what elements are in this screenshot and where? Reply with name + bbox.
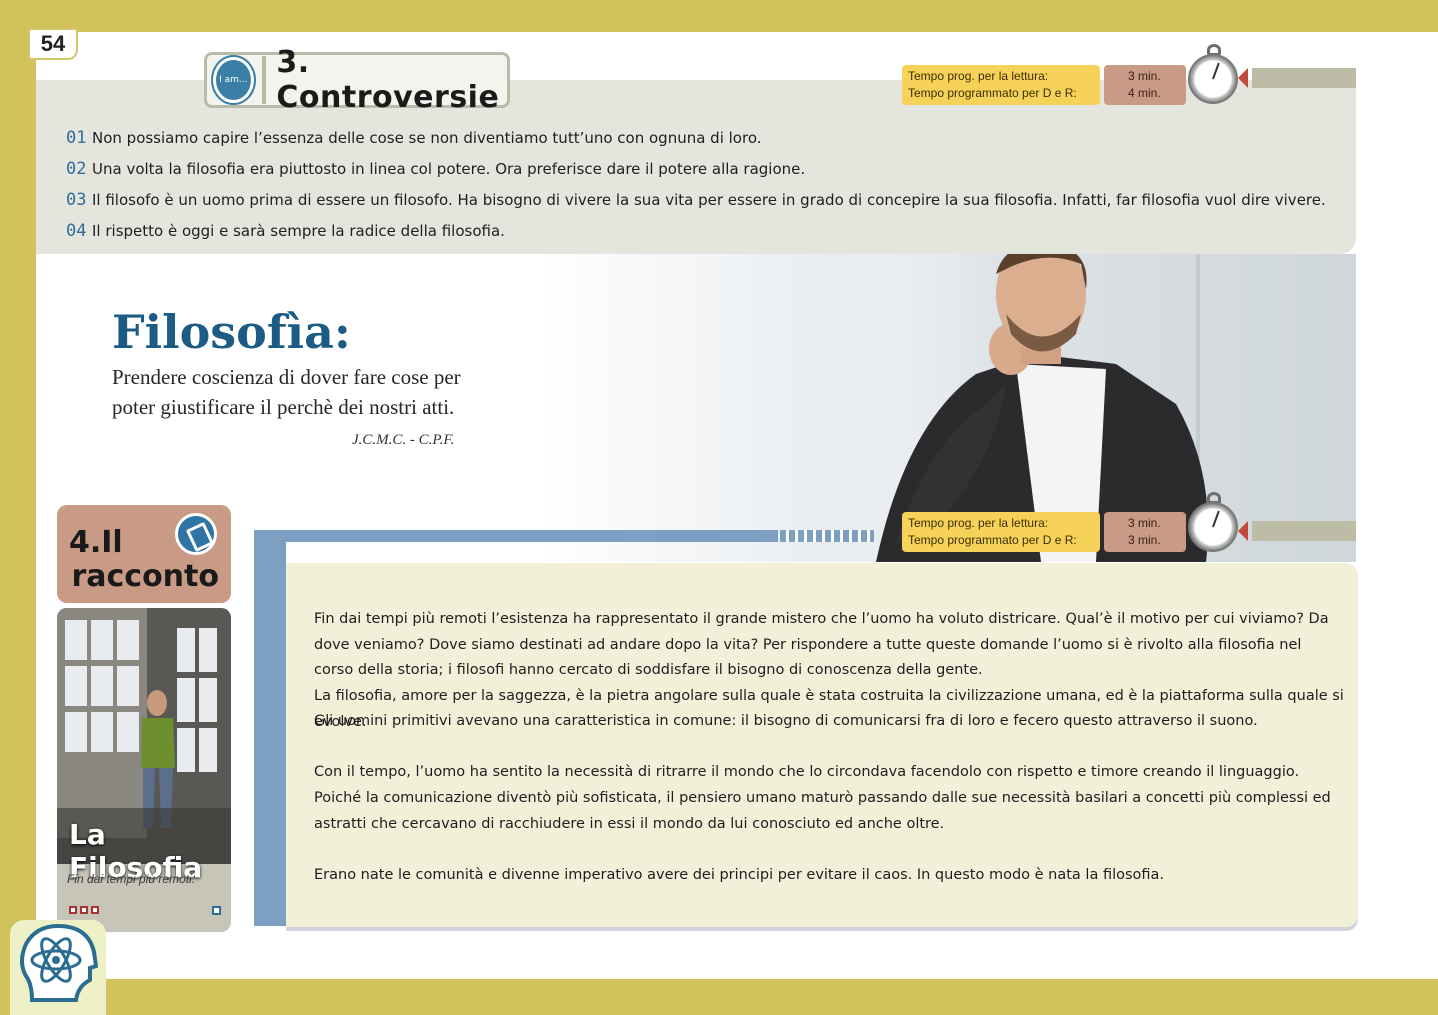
list-item: 02 Una volta la filosofia era piuttosto i… — [66, 158, 806, 179]
paragraph: Erano nate le comunità e divenne imperat… — [314, 867, 1165, 883]
page-dot[interactable] — [69, 906, 77, 914]
quote-author: J.C.M.C. - C.P.F. — [352, 432, 455, 448]
frame-top-bar — [254, 530, 778, 542]
card-pagination[interactable] — [69, 906, 99, 914]
paragraph: Con il tempo, l’uomo ha sentito la neces… — [314, 764, 1300, 780]
racconto-tab: 4.Il racconto — [57, 505, 231, 603]
controversie-list: 01 Non possiamo capire l’essenza delle co… — [66, 122, 1326, 246]
paragraph: Fin dai tempi più remoti l’esistenza ha … — [314, 611, 1329, 679]
timer-bottom: Tempo prog. per la lettura: Tempo program… — [902, 512, 1186, 552]
page-dot[interactable] — [91, 906, 99, 914]
controversie-header: I am... 3. Controversie — [204, 45, 510, 115]
paragraph: Gli uomini primitivi avevano una caratte… — [314, 713, 1258, 729]
timer-labels: Tempo prog. per la lettura: Tempo program… — [902, 65, 1100, 105]
next-icon[interactable] — [212, 906, 221, 915]
timer-top: Tempo prog. per la lettura: Tempo program… — [902, 65, 1186, 105]
card-subtitle: Fin dai tempi più remoti. — [67, 872, 196, 886]
quote-text: Prendere coscienza di dover fare cose pe… — [112, 365, 461, 419]
atom-head-logo — [20, 923, 98, 1002]
timer-values: 3 min. 3 min. — [1104, 512, 1186, 552]
progress-arrow — [1238, 68, 1356, 88]
header-divider — [261, 56, 267, 104]
frame-dashes — [780, 530, 874, 542]
i-am-icon: I am... — [213, 57, 254, 103]
progress-arrow — [1238, 521, 1356, 541]
timer-labels: Tempo prog. per la lettura: Tempo program… — [902, 512, 1100, 552]
story-panel: Fin dai tempi più remoti l’esistenza ha … — [286, 563, 1358, 927]
list-item: 01 Non possiamo capire l’essenza delle co… — [66, 127, 762, 148]
page-number: 54 — [28, 28, 78, 60]
page-dot[interactable] — [80, 906, 88, 914]
list-item: 03 Il filosofo è un uomo prima di essere … — [66, 189, 1326, 210]
quote-title: Filosofìa: — [112, 305, 351, 359]
stopwatch-icon — [1188, 44, 1240, 104]
paragraph: Poiché la comunicazione diventò più sofi… — [314, 790, 1331, 832]
story-card[interactable]: La Filosofia Fin dai tempi più remoti. — [57, 608, 231, 932]
list-item: 04 Il rispetto è oggi e sarà sempre la ra… — [66, 220, 505, 241]
frame-left-bar — [254, 530, 286, 926]
stopwatch-icon — [1188, 492, 1240, 552]
section-title: 3. Controversie — [276, 45, 500, 115]
timer-values: 3 min. 4 min. — [1104, 65, 1186, 105]
book-icon — [175, 513, 217, 555]
